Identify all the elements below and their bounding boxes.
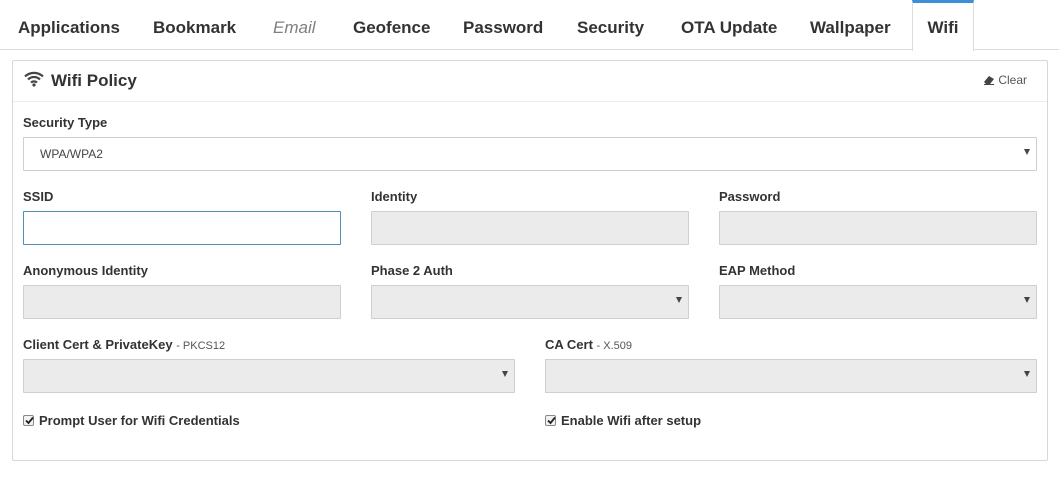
ca-cert-label: CA Cert - X.509	[545, 337, 632, 352]
password-input[interactable]	[719, 211, 1037, 245]
wifi-icon	[24, 71, 44, 87]
chevron-down-icon	[676, 297, 682, 303]
client-cert-label-text: Client Cert & PrivateKey	[23, 337, 173, 352]
tab-password[interactable]: Password	[463, 0, 543, 50]
prompt-user-label: Prompt User for Wifi Credentials	[39, 413, 240, 428]
ca-cert-select[interactable]	[545, 359, 1037, 393]
tab-geofence[interactable]: Geofence	[353, 0, 430, 50]
panel-header: Wifi Policy Clear	[13, 61, 1047, 102]
panel-title: Wifi Policy	[51, 71, 137, 90]
tab-bookmark[interactable]: Bookmark	[153, 0, 236, 50]
security-type-select[interactable]: WPA/WPA2	[23, 137, 1037, 171]
chevron-down-icon	[1024, 297, 1030, 303]
enable-wifi-label: Enable Wifi after setup	[561, 413, 702, 428]
eap-method-label: EAP Method	[719, 263, 796, 278]
security-type-label: Security Type	[23, 115, 108, 130]
clear-label: Clear	[998, 73, 1027, 87]
phase2-auth-select[interactable]	[371, 285, 689, 319]
identity-input[interactable]	[371, 211, 689, 245]
enable-wifi-checkbox[interactable]	[545, 415, 556, 426]
client-cert-label: Client Cert & PrivateKey - PKCS12	[23, 337, 225, 352]
security-type-value: WPA/WPA2	[40, 147, 103, 161]
chevron-down-icon	[502, 371, 508, 377]
client-cert-select[interactable]	[23, 359, 515, 393]
tab-wifi[interactable]: Wifi	[912, 0, 974, 51]
eraser-icon	[984, 76, 995, 85]
client-cert-hint: - PKCS12	[176, 340, 226, 352]
tab-bar: Applications Bookmark Email Geofence Pas…	[0, 0, 1059, 51]
tab-security[interactable]: Security	[577, 0, 644, 50]
chevron-down-icon	[1024, 371, 1030, 377]
anonymous-identity-label: Anonymous Identity	[23, 263, 148, 278]
tab-applications[interactable]: Applications	[18, 0, 120, 50]
chevron-down-icon	[1024, 149, 1030, 155]
phase2-auth-label: Phase 2 Auth	[371, 263, 453, 278]
ca-cert-label-text: CA Cert	[545, 337, 593, 352]
ssid-input[interactable]	[23, 211, 341, 245]
wifi-policy-panel: Wifi Policy Clear Security Type WPA/WPA2…	[12, 60, 1048, 461]
tab-email[interactable]: Email	[273, 0, 316, 50]
password-label: Password	[719, 189, 781, 204]
ssid-label: SSID	[23, 189, 54, 204]
checkmark-icon	[547, 416, 556, 425]
tab-ota-update[interactable]: OTA Update	[681, 0, 777, 50]
clear-button[interactable]: Clear	[983, 73, 1027, 87]
anonymous-identity-input[interactable]	[23, 285, 341, 319]
ca-cert-hint: - X.509	[596, 340, 633, 352]
prompt-user-checkbox[interactable]	[23, 415, 34, 426]
enable-wifi-option: Enable Wifi after setup	[545, 413, 701, 428]
identity-label: Identity	[371, 189, 418, 204]
tab-wallpaper[interactable]: Wallpaper	[810, 0, 891, 50]
eap-method-select[interactable]	[719, 285, 1037, 319]
checkmark-icon	[25, 416, 34, 425]
prompt-user-option: Prompt User for Wifi Credentials	[23, 413, 240, 428]
